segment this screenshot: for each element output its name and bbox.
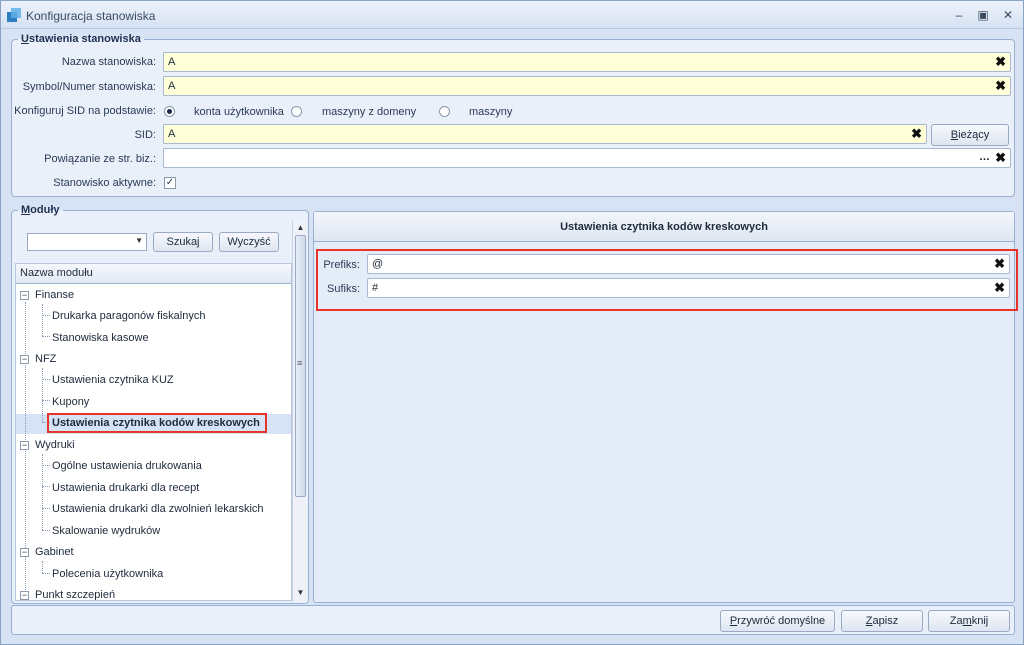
tree-branch-line	[42, 561, 43, 573]
tree-branch-line	[42, 486, 50, 487]
chevron-down-icon[interactable]: ▼	[135, 236, 143, 245]
sid-label: SID:	[134, 129, 156, 141]
name-label: Nazwa stanowiska:	[61, 56, 156, 68]
column-header[interactable]: Nazwa modułu	[16, 264, 291, 284]
minimize-icon[interactable]: –	[949, 6, 969, 24]
tree-branch-line	[42, 315, 50, 316]
tree-node-print-scaling[interactable]: Skalowanie wydruków	[52, 525, 160, 537]
radio-domain-machine-label: maszyny z domeny	[322, 106, 417, 118]
tree-node-general-printing[interactable]: Ogólne ustawienia drukowania	[52, 460, 202, 472]
tree-node-finanse[interactable]: Finanse	[35, 289, 74, 301]
tree-node-gabinet[interactable]: Gabinet	[35, 546, 74, 558]
bottom-bar: Przywróć domyślne Zapisz Zamknij	[11, 605, 1015, 635]
tree-node-nfz[interactable]: NFZ	[35, 353, 56, 365]
browse-dots-icon[interactable]: …	[979, 149, 990, 165]
scroll-down-icon[interactable]: ▼	[295, 587, 306, 599]
tree-node-coupons[interactable]: Kupony	[52, 396, 89, 408]
search-button[interactable]: Szukaj	[153, 232, 213, 252]
tree-node-user-commands[interactable]: Polecenia użytkownika	[52, 568, 163, 580]
radio-machine-label: maszyny	[469, 106, 513, 118]
tree-branch-line	[42, 336, 50, 337]
sid-input[interactable]	[164, 125, 886, 143]
app-icon	[7, 8, 21, 22]
config-window: Konfiguracja stanowiska – ▣ ✕ Ustawienia…	[0, 0, 1024, 645]
sid-basis-label: Konfiguruj SID na podstawie:	[14, 105, 156, 117]
collapse-gabinet-icon[interactable]: −	[20, 548, 29, 557]
settings-panel: Ustawienia czytnika kodów kreskowych Pre…	[313, 211, 1018, 603]
modules-title: Moduły	[21, 204, 60, 216]
tree-branch-line	[42, 368, 43, 422]
active-label: Stanowisko aktywne:	[53, 177, 156, 189]
tree-branch-line	[42, 400, 50, 401]
radio-user-account[interactable]	[164, 106, 175, 117]
restore-defaults-button[interactable]: Przywróć domyślne	[720, 610, 835, 632]
close-button[interactable]: Zamknij	[928, 610, 1010, 632]
radio-user-account-label: konta użytkownika	[194, 106, 284, 118]
clear-search-button[interactable]: Wyczyść	[219, 232, 279, 252]
radio-domain-machine[interactable]	[291, 106, 302, 117]
current-sid-button[interactable]: Bieżący	[931, 124, 1009, 146]
tree-scrollbar[interactable]: ▲ ≡ ▼	[292, 221, 307, 601]
tree-node-kuz-reader[interactable]: Ustawienia czytnika KUZ	[52, 374, 174, 386]
collapse-finanse-icon[interactable]: −	[20, 291, 29, 300]
modules-tree: Nazwa modułu − Finanse Drukarka paragonó…	[15, 263, 292, 601]
collapse-wydruki-icon[interactable]: −	[20, 441, 29, 450]
name-field[interactable]: ✖	[163, 52, 1011, 72]
title-bar: Konfiguracja stanowiska – ▣ ✕	[1, 1, 1023, 29]
tree-node-vaccination-point[interactable]: Punkt szczepień	[35, 589, 115, 600]
prefix-suffix-highlight-box	[316, 249, 1018, 311]
tree-node-fiscal-printer[interactable]: Drukarka paragonów fiskalnych	[52, 310, 205, 322]
collapse-nfz-icon[interactable]: −	[20, 355, 29, 364]
symbol-label: Symbol/Numer stanowiska:	[22, 81, 156, 93]
selection-highlight-box	[47, 413, 267, 433]
link-input[interactable]	[164, 149, 970, 167]
save-button[interactable]: Zapisz	[841, 610, 923, 632]
tree-branch-line	[42, 573, 50, 574]
name-input[interactable]	[164, 53, 970, 71]
clear-symbol-icon[interactable]: ✖	[995, 78, 1006, 94]
tree-branch-line	[42, 530, 50, 531]
clear-sid-icon[interactable]: ✖	[911, 126, 922, 142]
clear-link-icon[interactable]: ✖	[995, 150, 1006, 166]
tree-node-sick-leave-printer[interactable]: Ustawienia drukarki dla zwolnień lekarsk…	[52, 503, 264, 515]
module-search-combo[interactable]: ▼	[27, 233, 147, 251]
tree-node-wydruki[interactable]: Wydruki	[35, 439, 75, 451]
collapse-vaccination-icon[interactable]: −	[20, 591, 29, 600]
tree-branch-line	[42, 379, 50, 380]
tree-branch-line	[42, 508, 50, 509]
close-window-icon[interactable]: ✕	[998, 6, 1018, 24]
station-settings-title: Ustawienia stanowiska	[21, 33, 141, 45]
active-checkbox[interactable]: ✓	[164, 177, 176, 189]
link-field[interactable]: … ✖	[163, 148, 1011, 168]
tree-branch-line	[42, 304, 43, 336]
link-label: Powiązanie ze str. biz.:	[44, 153, 156, 165]
tree-node-recipe-printer[interactable]: Ustawienia drukarki dla recept	[52, 482, 199, 494]
radio-machine[interactable]	[439, 106, 450, 117]
grip-icon: ≡	[297, 358, 303, 368]
tree-branch-line	[42, 465, 50, 466]
clear-name-icon[interactable]: ✖	[995, 54, 1006, 70]
symbol-input[interactable]	[164, 77, 970, 95]
tree-node-cash-stations[interactable]: Stanowiska kasowe	[52, 332, 149, 344]
symbol-field[interactable]: ✖	[163, 76, 1011, 96]
scroll-thumb[interactable]: ≡	[295, 235, 306, 497]
sid-field[interactable]: ✖	[163, 124, 927, 144]
window-title: Konfiguracja stanowiska	[26, 9, 156, 23]
maximize-icon[interactable]: ▣	[973, 6, 993, 24]
panel-title: Ustawienia czytnika kodów kreskowych	[314, 212, 1014, 242]
scroll-up-icon[interactable]: ▲	[295, 222, 306, 234]
